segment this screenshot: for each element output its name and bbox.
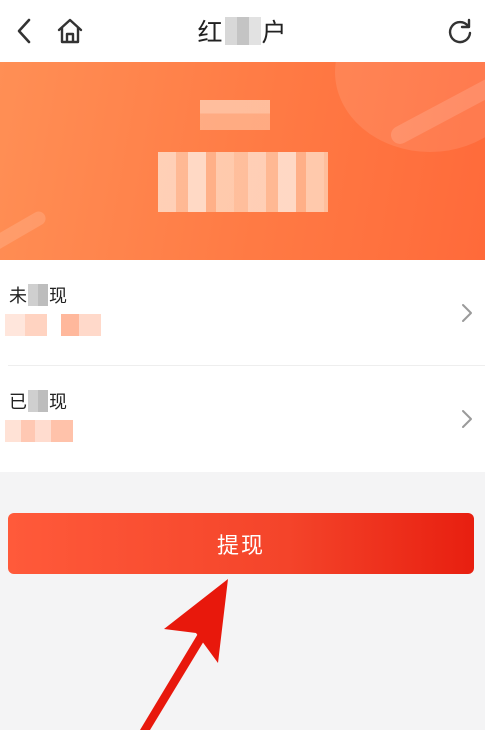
list-item-pending-withdrawal[interactable]: 未 现: [0, 260, 485, 366]
balance-amount-redacted: [158, 152, 328, 212]
balance-banner: [0, 62, 485, 260]
row-value-redacted: [5, 314, 101, 336]
annotation-arrow-icon: [140, 579, 228, 730]
top-navigation-bar: 红 户: [0, 0, 485, 62]
row-label-end: 现: [49, 286, 67, 307]
page-title: 红 户: [0, 0, 485, 62]
withdraw-button[interactable]: 提现: [8, 513, 474, 574]
banner-decoration: [0, 208, 49, 260]
row-label: 已 现: [9, 388, 67, 414]
row-label-start: 未: [9, 286, 27, 307]
chevron-right-icon: [462, 410, 472, 428]
refresh-button[interactable]: [440, 11, 480, 51]
row-label: 未 现: [9, 282, 67, 308]
balance-label-redacted: [200, 100, 270, 130]
row-label-start: 已: [9, 392, 27, 413]
chevron-right-icon: [462, 304, 472, 322]
refresh-icon: [448, 18, 472, 44]
row-label-redacted: [28, 390, 48, 412]
title-text-end: 户: [261, 18, 288, 47]
title-text-start: 红: [197, 18, 224, 47]
row-value-redacted: [5, 420, 73, 442]
title-redacted: [224, 17, 261, 45]
list-item-withdrawn[interactable]: 已 现: [0, 366, 485, 472]
account-summary-list: 未 现 已 现: [0, 260, 485, 472]
row-label-end: 现: [49, 392, 67, 413]
row-label-redacted: [28, 284, 48, 306]
